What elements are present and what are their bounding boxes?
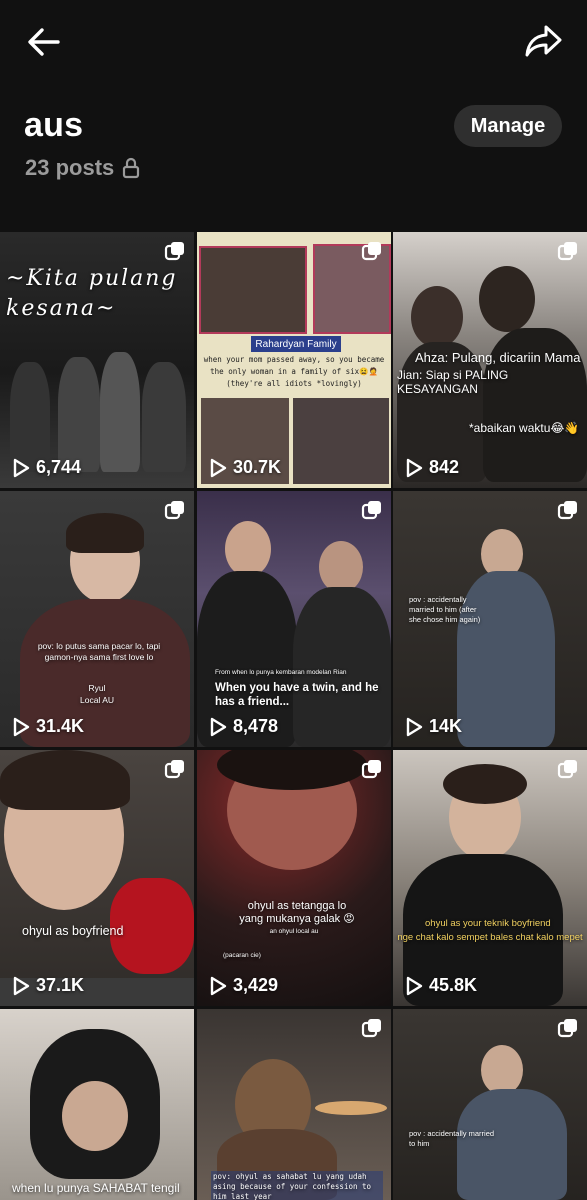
view-count-label: 842 — [429, 457, 460, 477]
video-tile[interactable]: pov : accidentally married to him (after… — [393, 491, 587, 747]
view-count-label: 6,744 — [36, 457, 82, 477]
view-count: 14K — [405, 716, 462, 737]
tile-caption-line1: ohyul as your teknik boyfriend — [425, 918, 551, 929]
tile-caption-line2: nge chat kalo sempet bales chat kalo mep… — [397, 932, 583, 943]
multi-photo-icon — [557, 1019, 577, 1038]
play-icon — [13, 717, 30, 736]
video-tile[interactable]: ohyul as your teknik boyfriend nge chat … — [393, 750, 587, 1006]
play-icon — [406, 458, 423, 477]
arrow-left-icon — [28, 28, 60, 56]
collection-title: aus — [24, 106, 84, 144]
share-button[interactable] — [522, 20, 564, 62]
view-count: 30.7K — [209, 457, 281, 478]
tile-caption-line3: *abaikan waktu😂👋 — [469, 421, 580, 435]
play-icon — [13, 976, 30, 995]
play-icon — [210, 458, 227, 477]
video-tile[interactable]: pov : accidentally married to him — [393, 1009, 587, 1200]
multi-photo-icon — [361, 242, 381, 261]
tile-caption-title: Rahardyan Family — [251, 336, 341, 352]
video-tile[interactable]: pov: lo putus sama pacar lo, tapi gamon-… — [0, 491, 194, 747]
video-tile[interactable]: pov: ohyul as sahabat lu yang udah asing… — [197, 1009, 391, 1200]
posts-count: 23 posts — [25, 155, 140, 181]
play-icon — [13, 458, 30, 477]
tile-caption: pov: ohyul as sahabat lu yang udah asing… — [211, 1171, 383, 1200]
view-count: 6,744 — [12, 457, 81, 478]
view-count-label: 3,429 — [233, 975, 279, 995]
view-count: 842 — [405, 457, 459, 478]
tile-caption: ohyul as tetangga lo yang mukanya galak … — [239, 900, 355, 925]
tile-caption: ohyul as boyfriend — [22, 924, 124, 938]
tile-caption: pov : accidentally married to him — [409, 1129, 495, 1148]
multi-photo-icon — [361, 760, 381, 779]
tile-caption: when your mom passed away, so you became… — [203, 355, 385, 388]
video-tile[interactable]: when lu punya SAHABAT tengil — [0, 1009, 194, 1200]
multi-photo-icon — [164, 242, 184, 261]
view-count-label: 45.8K — [429, 975, 478, 995]
tile-subcaption-1: Ryul — [88, 683, 106, 693]
view-count-label: 8,478 — [233, 716, 279, 736]
posts-count-label: 23 posts — [25, 155, 115, 180]
back-button[interactable] — [24, 22, 64, 62]
view-count: 3,429 — [209, 975, 278, 996]
tile-caption-small: From when lo punya kembaran modelan Rian — [215, 669, 347, 676]
tile-caption: pov: lo putus sama pacar lo, tapi gamon-… — [37, 641, 161, 662]
tile-caption-line1: Ahza: Pulang, dicariin Mama — [415, 350, 581, 365]
view-count: 45.8K — [405, 975, 477, 996]
play-icon — [406, 717, 423, 736]
tile-subcaption-1: an ohyul local au — [269, 928, 319, 935]
tile-caption: When you have a twin, and he has a frien… — [215, 682, 379, 708]
tile-subcaption-2: Local AU — [79, 695, 115, 705]
tile-caption: ~Kita pulang kesana~ — [6, 266, 178, 321]
video-tile[interactable]: From when lo punya kembaran modelan Rian… — [197, 491, 391, 747]
view-count-label: 31.4K — [36, 716, 85, 736]
view-count: 37.1K — [12, 975, 84, 996]
multi-photo-icon — [164, 760, 184, 779]
video-tile[interactable]: ~Kita pulang kesana~ 6,744 — [0, 232, 194, 488]
multi-photo-icon — [361, 1019, 381, 1038]
manage-button[interactable]: Manage — [454, 105, 562, 147]
tile-caption: when lu punya SAHABAT tengil — [12, 1181, 180, 1195]
view-count-label: 14K — [429, 716, 463, 736]
play-icon — [210, 717, 227, 736]
share-arrow-icon — [525, 25, 562, 57]
multi-photo-icon — [164, 501, 184, 520]
play-icon — [406, 976, 423, 995]
multi-photo-icon — [361, 501, 381, 520]
tile-caption: pov : accidentally married to him (after… — [409, 595, 481, 624]
view-count: 8,478 — [209, 716, 278, 737]
multi-photo-icon — [557, 501, 577, 520]
multi-photo-icon — [557, 242, 577, 261]
video-tile[interactable]: ohyul as boyfriend 37.1K — [0, 750, 194, 1006]
tile-subcaption-2: (pacaran cie) — [223, 952, 261, 959]
video-tile[interactable]: Rahardyan Family when your mom passed aw… — [197, 232, 391, 488]
video-tile[interactable]: Ahza: Pulang, dicariin Mama Jian: Siap s… — [393, 232, 587, 488]
tile-caption-line2: Jian: Siap si PALING KESAYANGAN — [397, 368, 509, 396]
play-icon — [210, 976, 227, 995]
lock-icon — [123, 157, 140, 179]
multi-photo-icon — [557, 760, 577, 779]
view-count-label: 30.7K — [233, 457, 282, 477]
top-bar — [0, 0, 587, 80]
view-count-label: 37.1K — [36, 975, 85, 995]
video-tile[interactable]: ohyul as tetangga lo yang mukanya galak … — [197, 750, 391, 1006]
view-count: 31.4K — [12, 716, 84, 737]
